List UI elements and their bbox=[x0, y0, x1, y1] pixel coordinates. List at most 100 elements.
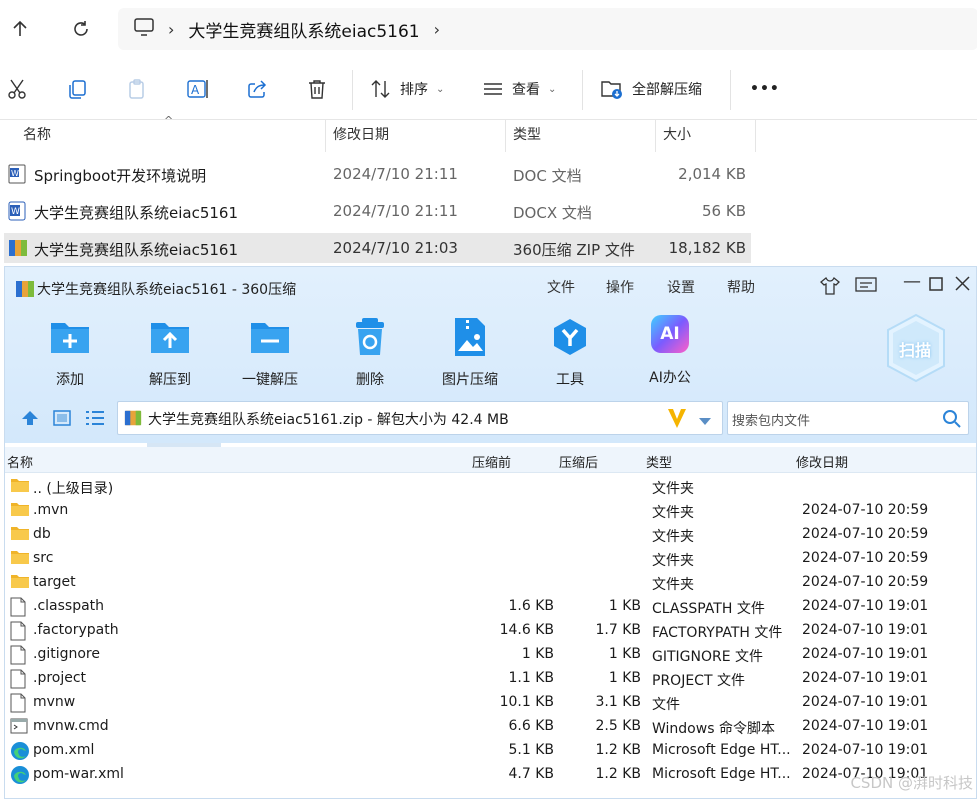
entry-name: .project bbox=[33, 670, 87, 686]
window-title: 大学生竞赛组队系统eiac5161 - 360压缩 bbox=[37, 282, 297, 298]
zip-archive-icon bbox=[124, 409, 142, 431]
file-size: 56 KB bbox=[702, 202, 746, 220]
file-row[interactable]: .gitignore 1 KB 1 KB GITIGNORE 文件 2024-07-10… bbox=[5, 643, 976, 667]
v-badge-icon[interactable] bbox=[666, 406, 688, 434]
sort-button[interactable]: 排序 ⌄ bbox=[370, 74, 444, 104]
scan-button[interactable]: 扫描 bbox=[885, 313, 947, 383]
column-header-size[interactable]: 大小 bbox=[655, 120, 691, 152]
address-bar-row: › 大学生竞赛组队系统eiac5161 › bbox=[0, 0, 977, 58]
entry-date: 2024-07-10 19:01 bbox=[802, 598, 929, 614]
delete-icon[interactable] bbox=[306, 74, 328, 104]
breadcrumb-current-folder[interactable]: 大学生竞赛组队系统eiac5161 bbox=[188, 17, 419, 42]
menu-help[interactable]: 帮助 bbox=[727, 277, 755, 297]
file-row[interactable]: pom-war.xml 4.7 KB 1.2 KB Microsoft Edge HT… bbox=[5, 763, 976, 787]
entry-date: 2024-07-10 19:01 bbox=[802, 646, 929, 662]
delete-button[interactable]: 删除 bbox=[330, 315, 410, 389]
view-button[interactable]: 查看 ⌄ bbox=[482, 74, 556, 104]
file-row[interactable]: .classpath 1.6 KB 1 KB CLASSPATH 文件 2024-07-… bbox=[5, 595, 976, 619]
file-row[interactable]: mvnw 10.1 KB 3.1 KB 文件 2024-07-10 19:01 bbox=[5, 691, 976, 715]
list-view-icon[interactable] bbox=[85, 410, 105, 430]
file-row[interactable]: W Springboot开发环境说明 2024/7/10 21:11 DOC 文… bbox=[4, 159, 751, 189]
menu-settings[interactable]: 设置 bbox=[667, 277, 695, 297]
svg-text:W: W bbox=[11, 169, 19, 178]
size-before: 1 KB bbox=[521, 646, 554, 662]
chevron-right-icon[interactable]: › bbox=[434, 20, 440, 39]
skin-shirt-icon[interactable] bbox=[819, 276, 841, 300]
column-header-name[interactable]: 名称 bbox=[15, 120, 51, 152]
size-after: 1.7 KB bbox=[595, 622, 642, 638]
archive-window-header: 大学生竞赛组队系统eiac5161 - 360压缩 文件 操作 设置 帮助 — … bbox=[5, 267, 976, 443]
column-header-before[interactable]: 压缩前 bbox=[472, 452, 511, 471]
file-size: 18,182 KB bbox=[668, 239, 746, 257]
chevron-down-icon: ⌄ bbox=[548, 83, 557, 95]
svg-text:A: A bbox=[191, 83, 200, 97]
column-header-type[interactable]: 类型 bbox=[646, 452, 672, 471]
folder-row[interactable]: .. (上级目录) 文件夹 bbox=[5, 475, 976, 499]
file-list-header: 名称 ^ 修改日期 类型 大小 bbox=[0, 114, 760, 152]
folder-row[interactable]: src 文件夹 2024-07-10 20:59 bbox=[5, 547, 976, 571]
column-header-name[interactable]: 名称 bbox=[7, 452, 33, 471]
entry-date: 2024-07-10 19:01 bbox=[802, 718, 929, 734]
file-row[interactable]: .factorypath 14.6 KB 1.7 KB FACTORYPATH 文件 2… bbox=[5, 619, 976, 645]
file-explorer: › 大学生竞赛组队系统eiac5161 › A 排序 ⌄ 查看 ⌄ 全部解压缩 … bbox=[0, 0, 977, 270]
close-icon[interactable] bbox=[955, 276, 970, 295]
file-row-selected[interactable]: 大学生竞赛组队系统eiac5161 2024/7/10 21:03 360压缩 … bbox=[4, 233, 751, 263]
folder-row[interactable]: .mvn 文件夹 2024-07-10 20:59 bbox=[5, 499, 976, 523]
up-level-icon[interactable] bbox=[21, 410, 39, 430]
folder-row[interactable]: db 文件夹 2024-07-10 20:59 bbox=[5, 523, 976, 547]
file-row[interactable]: .project 1.1 KB 1 KB PROJECT 文件 2024-07-10 1… bbox=[5, 667, 976, 691]
entry-date: 2024-07-10 20:59 bbox=[802, 502, 929, 518]
up-arrow-icon[interactable] bbox=[5, 14, 35, 44]
monitor-icon bbox=[134, 18, 154, 40]
column-header-type[interactable]: 类型 bbox=[505, 120, 541, 152]
feedback-icon[interactable] bbox=[855, 277, 877, 299]
archive-search-field[interactable]: 搜索包内文件 bbox=[727, 401, 969, 435]
dropdown-arrow-icon[interactable] bbox=[698, 414, 712, 430]
folder-row[interactable]: target 文件夹 2024-07-10 20:59 bbox=[5, 571, 976, 595]
sort-icon bbox=[370, 78, 392, 100]
one-click-extract-button[interactable]: 一键解压 bbox=[230, 315, 310, 389]
add-button[interactable]: 添加 bbox=[30, 315, 110, 389]
column-divider[interactable] bbox=[755, 120, 756, 152]
file-icon bbox=[10, 621, 26, 645]
file-row[interactable]: mvnw.cmd 6.6 KB 2.5 KB Windows 命令脚本 2024-07-… bbox=[5, 715, 976, 739]
maximize-icon[interactable] bbox=[929, 277, 943, 295]
menu-operation[interactable]: 操作 bbox=[606, 277, 634, 297]
copy-icon[interactable] bbox=[66, 74, 88, 104]
file-row[interactable]: pom.xml 5.1 KB 1.2 KB Microsoft Edge HT... 2… bbox=[5, 739, 976, 763]
entry-name: .factorypath bbox=[33, 622, 119, 638]
file-row[interactable]: W 大学生竞赛组队系统eiac5161 2024/7/10 21:11 DOCX… bbox=[4, 196, 751, 226]
column-header-date[interactable]: 修改日期 bbox=[325, 120, 389, 152]
folder-icon bbox=[10, 477, 30, 497]
scan-label: 扫描 bbox=[899, 341, 932, 360]
share-icon[interactable] bbox=[246, 74, 268, 104]
rename-icon[interactable]: A bbox=[186, 74, 210, 104]
extract-to-button[interactable]: 解压到 bbox=[130, 315, 210, 389]
cut-icon[interactable] bbox=[6, 74, 28, 104]
more-options-button[interactable]: ••• bbox=[750, 74, 780, 104]
delete-bin-icon bbox=[348, 315, 392, 359]
details-view-icon[interactable] bbox=[53, 410, 71, 430]
tools-button[interactable]: 工具 bbox=[530, 315, 610, 389]
entry-name: target bbox=[33, 574, 76, 590]
size-after: 1 KB bbox=[608, 598, 641, 614]
entry-name: .mvn bbox=[33, 502, 69, 518]
column-header-after[interactable]: 压缩后 bbox=[559, 452, 598, 471]
search-icon[interactable] bbox=[942, 409, 962, 433]
image-compress-button[interactable]: 图片压缩 bbox=[430, 315, 510, 389]
size-before: 14.6 KB bbox=[499, 622, 554, 638]
size-after: 1.2 KB bbox=[595, 766, 642, 782]
breadcrumb[interactable]: › 大学生竞赛组队系统eiac5161 › bbox=[118, 8, 977, 50]
toolbar-divider bbox=[352, 70, 353, 110]
column-header-date[interactable]: 修改日期 bbox=[796, 452, 848, 471]
minimize-icon[interactable]: — bbox=[903, 271, 921, 292]
file-size: 2,014 KB bbox=[678, 165, 746, 183]
archive-path-field[interactable]: 大学生竞赛组队系统eiac5161.zip - 解包大小为 42.4 MB bbox=[117, 401, 723, 435]
entry-type: 文件夹 bbox=[652, 529, 694, 545]
extract-all-button[interactable]: 全部解压缩 bbox=[600, 74, 702, 104]
refresh-icon[interactable] bbox=[66, 14, 96, 44]
add-folder-icon bbox=[48, 315, 92, 359]
ai-office-button[interactable]: AI AI办公 bbox=[630, 315, 710, 387]
menu-file[interactable]: 文件 bbox=[547, 277, 575, 297]
archive-list-header: 名称 压缩前 压缩后 类型 修改日期 bbox=[5, 447, 976, 473]
